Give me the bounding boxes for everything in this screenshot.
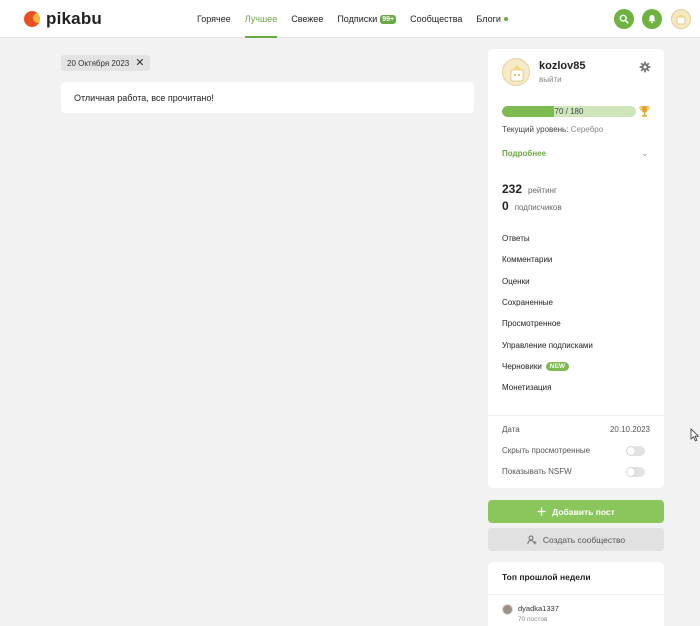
plus-icon (537, 507, 546, 516)
menu-viewed-label: Просмотренное (502, 319, 561, 328)
search-icon (619, 14, 629, 24)
menu-monetization-label: Монетизация (502, 383, 552, 392)
chevron-down-icon[interactable]: ⌄ (641, 148, 649, 159)
top-user-avatar[interactable] (502, 604, 513, 615)
nav-fresh[interactable]: Свежее (291, 0, 323, 38)
menu-viewed[interactable]: Просмотренное (502, 319, 561, 328)
top-week-card: Топ прошлой недели dyadka1337 70 постов (488, 562, 664, 626)
progress-text: 70 / 180 (554, 107, 584, 116)
menu-ratings[interactable]: Оценки (502, 277, 530, 286)
avatar-icon (676, 14, 686, 25)
nav-subscriptions[interactable]: Подписки 99+ (337, 0, 397, 38)
logout-link[interactable]: выйти (539, 75, 562, 84)
menu-replies[interactable]: Ответы (502, 234, 530, 243)
nav-communities-label: Сообщества (410, 14, 463, 24)
date-value[interactable]: 20.10.2023 (610, 425, 650, 434)
hide-viewed-label: Скрыть просмотренные (502, 446, 591, 455)
menu-manage-subscriptions[interactable]: Управление подписками (502, 341, 593, 350)
level-value: Серебро (570, 125, 604, 134)
main-nav: Горячее Лучшее Свежее Подписки 99+ Сообщ… (197, 0, 522, 38)
subscribers-stat: 0 подписчиков (502, 199, 562, 213)
rating-value: 232 (502, 182, 523, 196)
trophy-icon (639, 106, 650, 117)
add-post-button[interactable]: Добавить пост (488, 500, 664, 523)
date-filter-chip[interactable]: 20 Октября 2023 ✕ (61, 55, 151, 71)
hide-viewed-toggle[interactable] (626, 446, 645, 456)
subscribers-value: 0 (502, 199, 509, 213)
logo-icon (24, 11, 40, 27)
nav-fresh-label: Свежее (291, 14, 324, 24)
nav-blogs[interactable]: Блоги (476, 0, 508, 38)
top-header: pikabu Горячее Лучшее Свежее Подписки 99… (0, 0, 700, 38)
nsfw-label: Показывать NSFW (502, 467, 572, 476)
nav-subscriptions-label: Подписки (337, 14, 378, 24)
add-post-label: Добавить пост (552, 506, 615, 517)
nav-hot-label: Горячее (197, 14, 231, 24)
top-user-name[interactable]: dyadka1337 (518, 604, 559, 613)
nav-communities[interactable]: Сообщества (410, 0, 462, 38)
more-details-link[interactable]: Подробнее (502, 149, 546, 158)
create-community-button[interactable]: Создать сообщество (488, 528, 664, 551)
menu-saved-label: Сохраненные (502, 298, 553, 307)
divider (488, 415, 664, 416)
bell-icon (648, 15, 656, 24)
blogs-dot (503, 17, 508, 21)
profile-avatar[interactable] (502, 58, 530, 86)
divider (488, 594, 664, 595)
nsfw-toggle[interactable] (626, 467, 645, 477)
rating-stat: 232 рейтинг (502, 182, 557, 196)
level-info: Текущий уровень: Серебро (502, 125, 603, 134)
subscriptions-badge: 99+ (380, 14, 397, 24)
date-label: Дата (502, 425, 520, 434)
header-avatar[interactable] (671, 9, 691, 29)
close-icon[interactable]: ✕ (135, 57, 144, 69)
empty-feed-message: Отличная работа, все прочитано! (61, 82, 474, 113)
logo-text: pikabu (46, 9, 102, 28)
menu-drafts[interactable]: Черновики NEW (502, 362, 569, 371)
rating-progress-bar: 70 / 180 (502, 106, 636, 117)
subscribers-label: подписчиков (514, 203, 562, 212)
mouse-cursor-icon (690, 428, 700, 442)
nav-best[interactable]: Лучшее (244, 0, 278, 38)
menu-monetization[interactable]: Монетизация (502, 383, 551, 392)
add-user-icon (527, 535, 537, 544)
menu-saved[interactable]: Сохраненные (502, 298, 553, 307)
date-filter-label: 20 Октября 2023 (67, 58, 130, 68)
menu-comments[interactable]: Комментарии (502, 255, 552, 264)
top-user-posts: 70 постов (518, 616, 548, 623)
search-button[interactable] (614, 9, 634, 29)
menu-replies-label: Ответы (502, 234, 530, 243)
nav-blogs-label: Блоги (476, 14, 501, 24)
top-week-title: Топ прошлой недели (502, 572, 591, 582)
pikabu-logo[interactable]: pikabu (24, 9, 102, 29)
nav-best-label: Лучшее (244, 14, 278, 24)
menu-drafts-label: Черновики (502, 362, 542, 371)
menu-manage-subscriptions-label: Управление подписками (502, 341, 593, 350)
message-text: Отличная работа, все прочитано! (74, 92, 214, 103)
create-community-label: Создать сообщество (542, 534, 626, 545)
avatar-icon (510, 65, 524, 82)
new-badge: NEW (545, 362, 569, 371)
nav-hot[interactable]: Горячее (197, 0, 231, 38)
gear-icon[interactable] (639, 61, 651, 73)
profile-card: kozlov85 выйти 70 / 180 Текущий уровень:… (488, 49, 664, 488)
notifications-button[interactable] (642, 9, 662, 29)
level-label: Текущий уровень: (502, 125, 569, 134)
rating-label: рейтинг (528, 186, 557, 195)
profile-username[interactable]: kozlov85 (539, 60, 585, 72)
menu-ratings-label: Оценки (502, 277, 530, 286)
menu-comments-label: Комментарии (502, 255, 553, 264)
